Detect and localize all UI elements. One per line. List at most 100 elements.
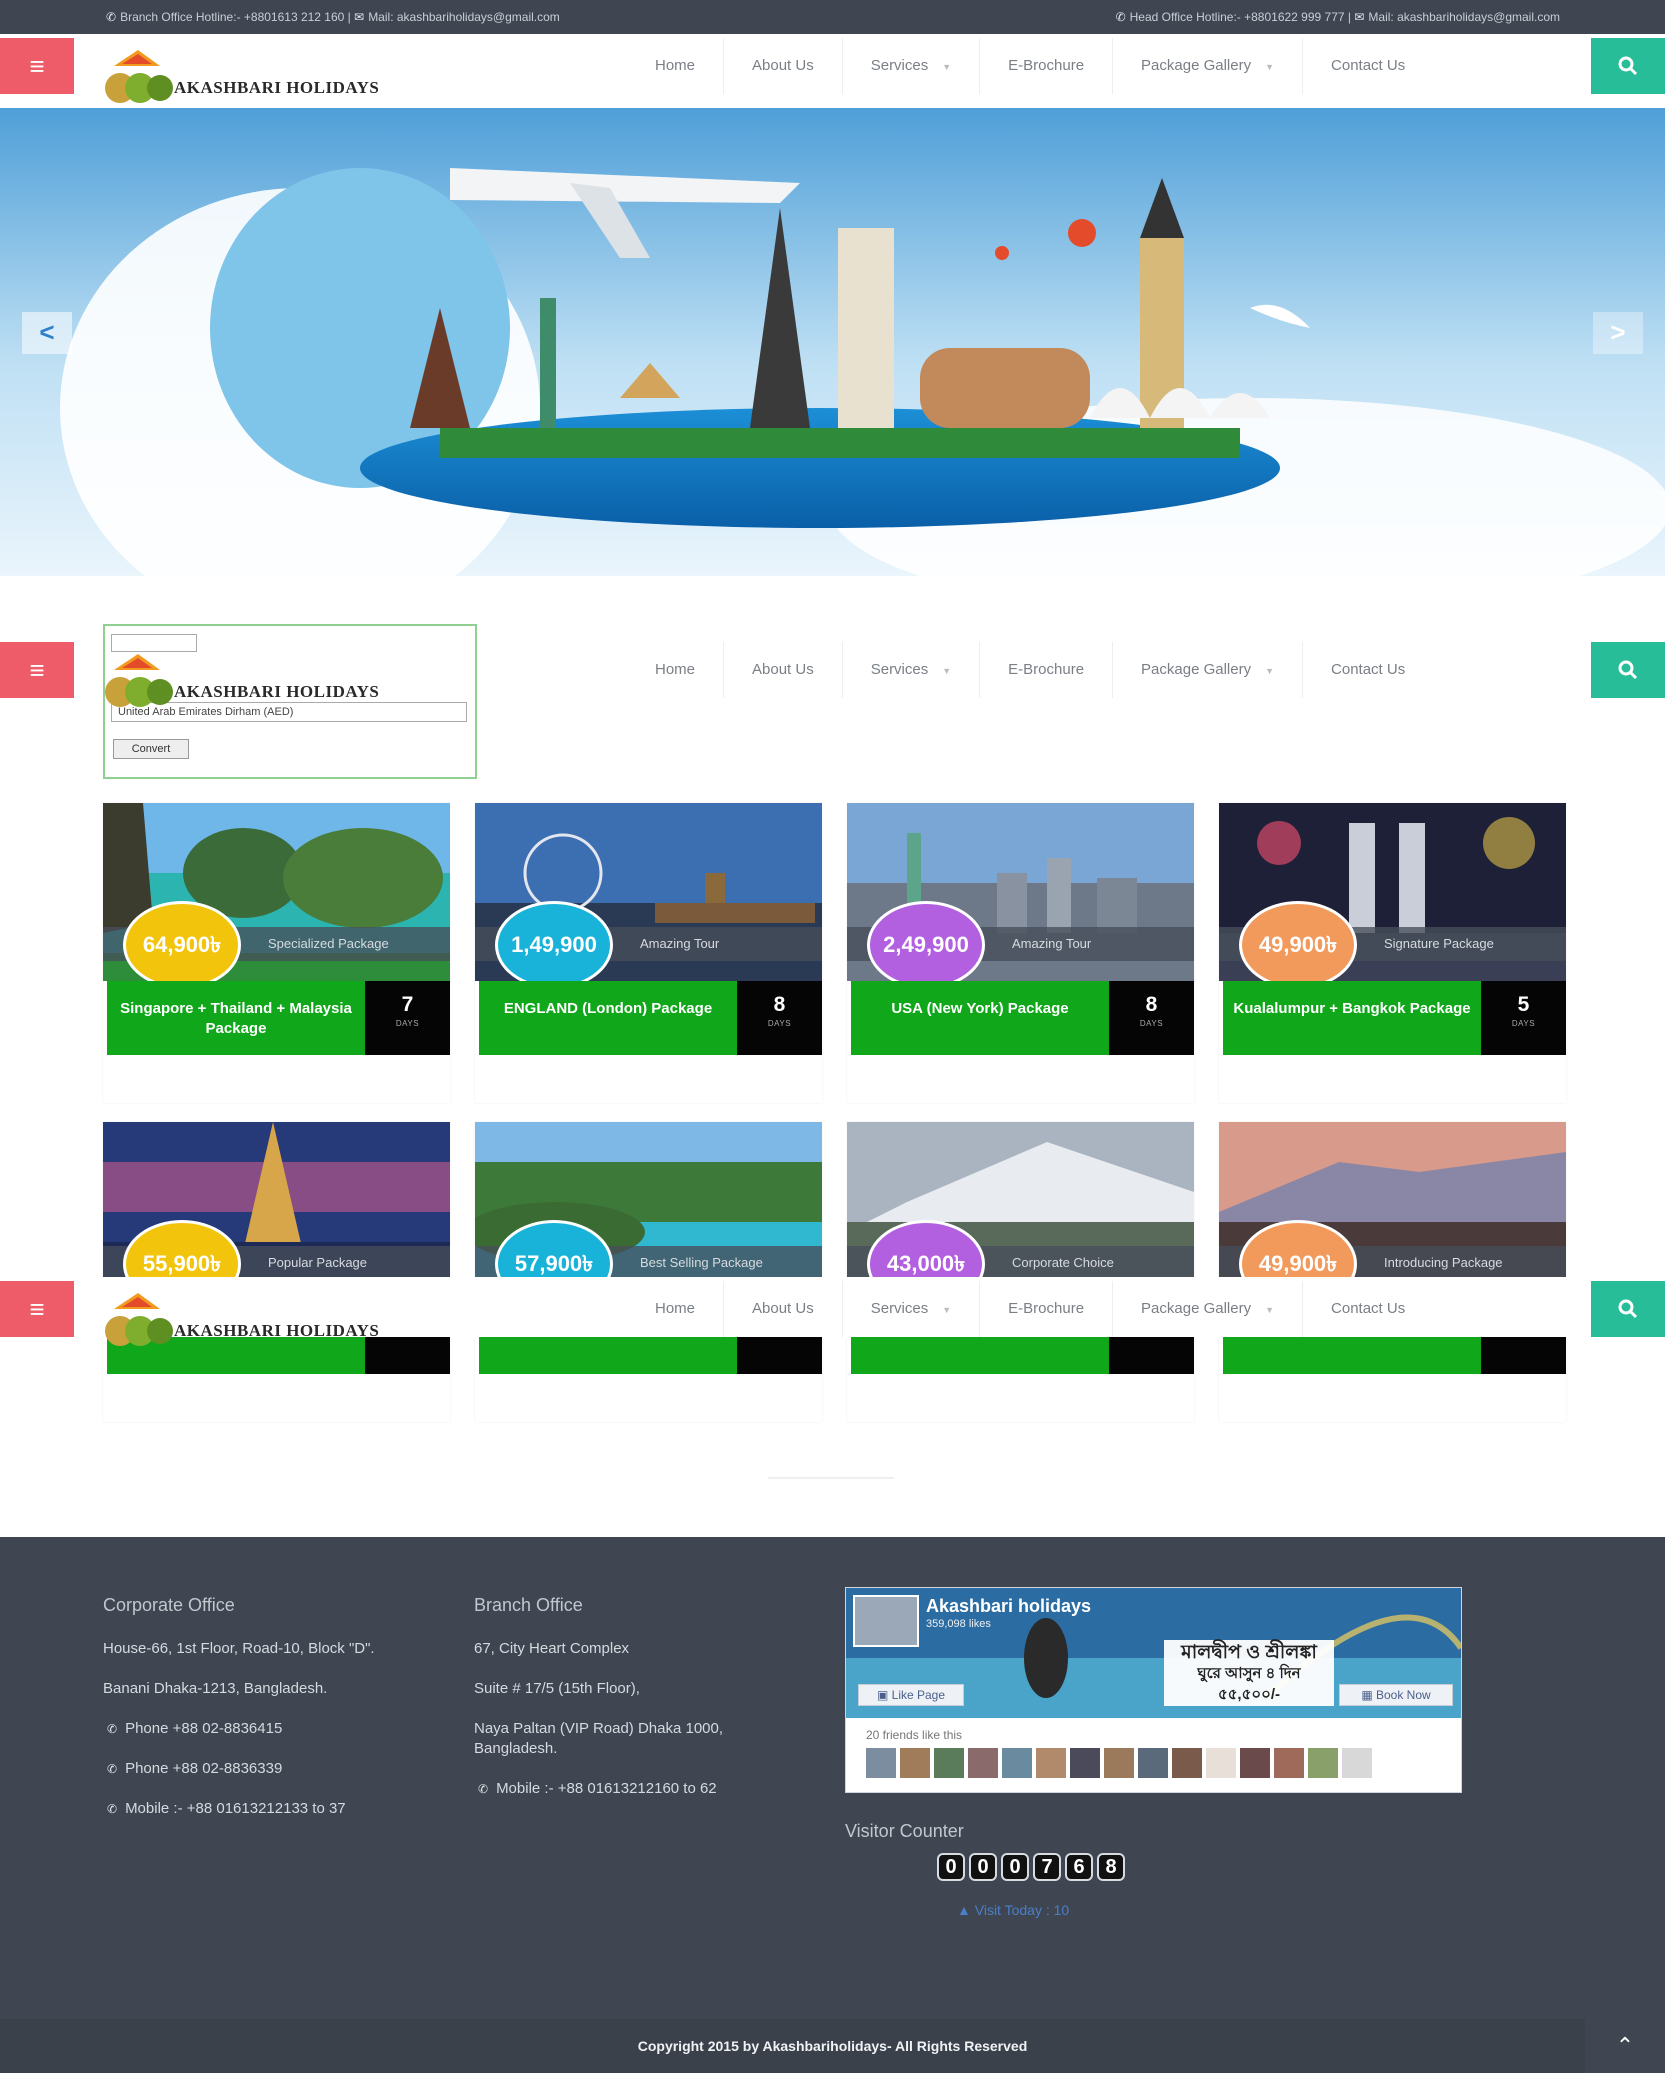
chevron-down-icon: ▼ bbox=[942, 666, 952, 676]
nav-home[interactable]: Home bbox=[627, 1281, 725, 1337]
nav-e-brochure[interactable]: E-Brochure bbox=[980, 38, 1114, 94]
branch-office-heading: Branch Office bbox=[474, 1595, 583, 1615]
avatar[interactable] bbox=[1036, 1748, 1066, 1778]
package-card[interactable]: Popular Package 55,900৳ Package bbox=[103, 1122, 450, 1422]
book-now-button[interactable]: ▦ Book Now bbox=[1339, 1684, 1453, 1706]
head-mail-text[interactable]: Mail: akashbariholidays@gmail.com bbox=[1368, 10, 1560, 24]
search-button[interactable] bbox=[1591, 1281, 1665, 1337]
chevron-down-icon: ▼ bbox=[1265, 666, 1275, 676]
avatar[interactable] bbox=[1104, 1748, 1134, 1778]
phone-text[interactable]: Phone +88 02-8836339 bbox=[125, 1760, 282, 1777]
package-card[interactable]: Best Selling Package 57,900৳ Package bbox=[475, 1122, 822, 1422]
avatar[interactable] bbox=[1274, 1748, 1304, 1778]
package-title[interactable]: Singapore + Thailand + Malaysia Package bbox=[107, 981, 365, 1055]
menu-button[interactable]: ≡ bbox=[0, 38, 74, 94]
avatar[interactable] bbox=[1308, 1748, 1338, 1778]
nav-services[interactable]: Services ▼ bbox=[843, 642, 981, 698]
nav-package-gallery[interactable]: Package Gallery ▼ bbox=[1113, 38, 1304, 94]
site-logo[interactable]: AKASHBARI HOLIDAYS bbox=[102, 652, 412, 708]
nav-package-gallery[interactable]: Package Gallery ▼ bbox=[1113, 642, 1304, 698]
avatar[interactable] bbox=[968, 1748, 998, 1778]
corporate-phone: ✆ Phone +88 02-8836339 bbox=[107, 1759, 433, 1779]
hamburger-icon: ≡ bbox=[29, 1294, 45, 1324]
days-count: 8 bbox=[773, 993, 786, 1016]
nav-contact-label: Contact Us bbox=[1331, 1300, 1406, 1317]
nav-services[interactable]: Services ▼ bbox=[843, 38, 981, 94]
package-card[interactable]: Introducing Package 49,900৳ Package bbox=[1219, 1122, 1566, 1422]
avatar[interactable] bbox=[900, 1748, 930, 1778]
avatar[interactable] bbox=[1138, 1748, 1168, 1778]
package-card[interactable]: Signature Package 49,900৳ Kualalumpur + … bbox=[1219, 803, 1566, 1103]
avatar[interactable] bbox=[1070, 1748, 1100, 1778]
slider-prev-button[interactable]: < bbox=[22, 312, 72, 354]
package-tag: Amazing Tour bbox=[1012, 936, 1092, 951]
phone-icon: ✆ bbox=[1115, 10, 1126, 24]
package-title[interactable]: USA (New York) Package bbox=[851, 981, 1109, 1055]
nav-gallery-label: Package Gallery bbox=[1141, 1300, 1252, 1317]
nav-home[interactable]: Home bbox=[627, 38, 725, 94]
avatar[interactable] bbox=[1172, 1748, 1202, 1778]
like-page-button[interactable]: ▣ Like Page bbox=[858, 1684, 964, 1706]
nav-contact-us[interactable]: Contact Us bbox=[1303, 38, 1433, 94]
nav-services-label: Services bbox=[870, 57, 929, 74]
package-card[interactable]: Amazing Tour 1,49,900 ENGLAND (London) P… bbox=[475, 803, 822, 1103]
mobile-text[interactable]: Mobile :- +88 01613212133 to 37 bbox=[125, 1800, 346, 1817]
package-card[interactable]: Specialized Package 64,900৳ Singapore + … bbox=[103, 803, 450, 1103]
avatar[interactable] bbox=[1206, 1748, 1236, 1778]
avatar[interactable] bbox=[934, 1748, 964, 1778]
nav-home[interactable]: Home bbox=[627, 642, 725, 698]
site-logo[interactable]: AKASHBARI HOLIDAYS bbox=[102, 48, 412, 104]
avatar[interactable] bbox=[1240, 1748, 1270, 1778]
nav-about-us[interactable]: About Us bbox=[724, 642, 843, 698]
avatar[interactable] bbox=[1002, 1748, 1032, 1778]
back-to-top-button[interactable]: ⌃ bbox=[1585, 2019, 1665, 2073]
mobile-text[interactable]: Mobile :- +88 01613212160 to 62 bbox=[496, 1780, 717, 1797]
chevron-up-icon: ⌃ bbox=[1615, 2033, 1635, 2058]
nav-about-us[interactable]: About Us bbox=[724, 1281, 843, 1337]
days-label: DAYS bbox=[1511, 1019, 1536, 1028]
convert-button[interactable]: Convert bbox=[113, 739, 189, 759]
counter-digit: 0 bbox=[1001, 1853, 1029, 1881]
site-logo[interactable]: AKASHBARI HOLIDAYS bbox=[102, 1291, 412, 1347]
nav-about-us[interactable]: About Us bbox=[724, 38, 843, 94]
facebook-page-name[interactable]: Akashbari holidays bbox=[926, 1596, 1091, 1617]
phone-icon: ✆ bbox=[107, 1762, 118, 1776]
nav-contact-us[interactable]: Contact Us bbox=[1303, 1281, 1433, 1337]
site-header: ≡ AKASHBARI HOLIDAYS Home About Us Servi… bbox=[0, 34, 1665, 108]
nav-package-gallery[interactable]: Package Gallery ▼ bbox=[1113, 1281, 1304, 1337]
search-button[interactable] bbox=[1591, 642, 1665, 698]
slider-next-button[interactable]: > bbox=[1593, 312, 1643, 354]
nav-ebrochure-label: E-Brochure bbox=[1008, 661, 1085, 678]
menu-button[interactable]: ≡ bbox=[0, 1281, 74, 1337]
nav-home-label: Home bbox=[655, 57, 696, 74]
facebook-page-widget[interactable]: Akashbari holidays 359,098 likes মালদ্বী… bbox=[845, 1587, 1462, 1793]
avatar[interactable] bbox=[866, 1748, 896, 1778]
package-title[interactable]: Kualalumpur + Bangkok Package bbox=[1223, 981, 1481, 1055]
hamburger-icon: ≡ bbox=[29, 655, 45, 685]
chevron-down-icon: ▼ bbox=[942, 62, 952, 72]
nav-gallery-label: Package Gallery bbox=[1141, 661, 1252, 678]
nav-contact-us[interactable]: Contact Us bbox=[1303, 642, 1433, 698]
days-count: 8 bbox=[1145, 993, 1158, 1016]
visitor-counter-heading: Visitor Counter bbox=[845, 1821, 964, 1841]
search-icon bbox=[1618, 56, 1638, 76]
nav-services[interactable]: Services ▼ bbox=[843, 1281, 981, 1337]
nav-about-label: About Us bbox=[752, 1300, 814, 1317]
head-hotline-text: Head Office Hotline:- +8801622 999 777 | bbox=[1129, 10, 1355, 24]
branch-mail-text[interactable]: Mail: akashbariholidays@gmail.com bbox=[368, 10, 560, 24]
phone-text[interactable]: Phone +88 02-8836415 bbox=[125, 1720, 282, 1737]
menu-button[interactable]: ≡ bbox=[0, 642, 74, 698]
package-tag: Amazing Tour bbox=[640, 936, 720, 951]
package-card[interactable]: Amazing Tour 2,49,900 USA (New York) Pac… bbox=[847, 803, 1194, 1103]
package-title[interactable]: ENGLAND (London) Package bbox=[479, 981, 737, 1055]
corporate-office-heading: Corporate Office bbox=[103, 1595, 235, 1615]
nav-e-brochure[interactable]: E-Brochure bbox=[980, 642, 1114, 698]
nav-e-brochure[interactable]: E-Brochure bbox=[980, 1281, 1114, 1337]
site-header-sticky: ≡ AKASHBARI HOLIDAYS Home About Us Servi… bbox=[0, 1277, 1665, 1346]
search-button[interactable] bbox=[1591, 38, 1665, 94]
avatar[interactable] bbox=[1342, 1748, 1372, 1778]
package-card[interactable]: Corporate Choice 43,000৳ Package bbox=[847, 1122, 1194, 1422]
package-price: 49,900৳ bbox=[1239, 901, 1357, 989]
promo-line: মালদ্বীপ ও শ্রীলঙ্কা bbox=[1181, 1642, 1317, 1663]
package-tag: Best Selling Package bbox=[640, 1255, 763, 1270]
